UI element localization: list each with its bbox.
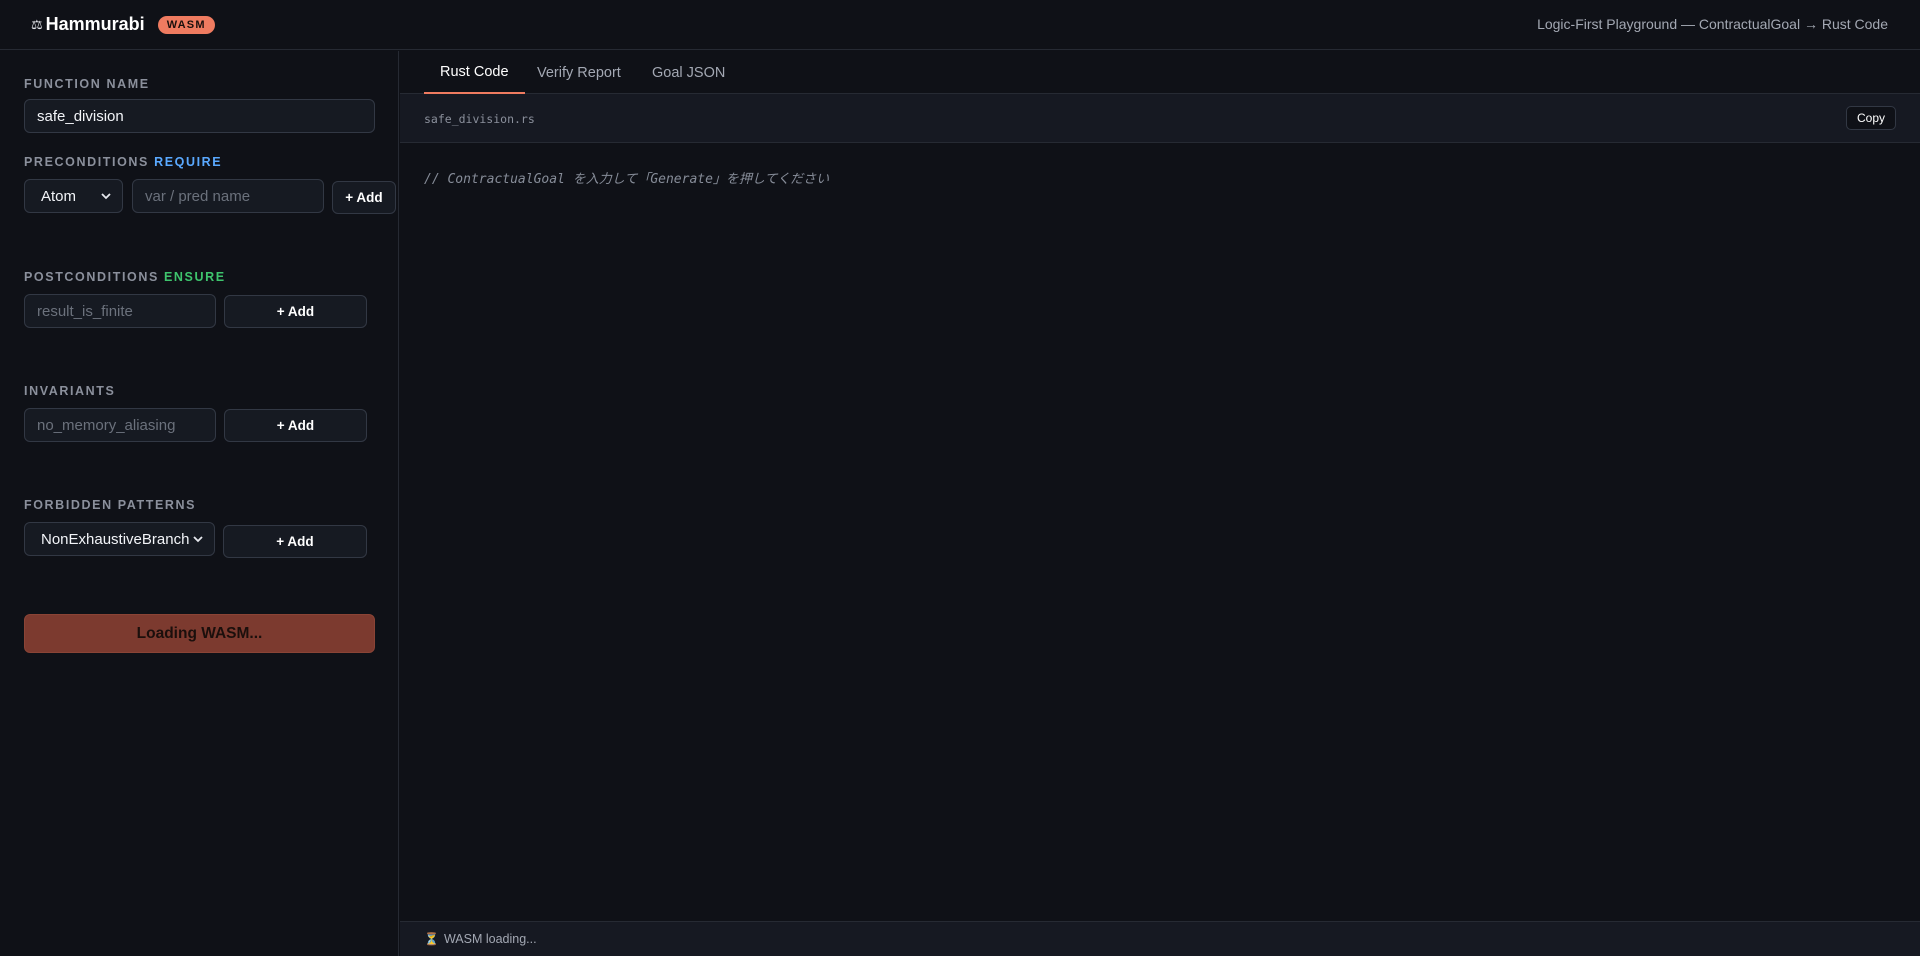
add-precondition-button[interactable]: + Add (332, 181, 396, 214)
forbidden-patterns-label: FORBIDDEN PATTERNS (24, 498, 197, 512)
add-postcondition-button[interactable]: + Add (224, 295, 367, 328)
postcondition-input[interactable]: result_is_finite (24, 294, 216, 328)
forbidden-pattern-value: NonExhaustiveBranch (41, 530, 190, 548)
file-header: safe_division.rs Copy (400, 94, 1920, 143)
generate-button[interactable]: Loading WASM... (24, 614, 375, 653)
function-name-input[interactable]: safe_division (24, 99, 375, 133)
precondition-type-select[interactable]: Atom (24, 179, 123, 213)
status-text: WASM loading... (443, 932, 537, 946)
top-bar: ⚖ Hammurabi WASM Logic-First Playground … (0, 0, 1920, 50)
main-panel: Rust Code Verify Report Goal JSON safe_d… (400, 51, 1920, 956)
file-name: safe_division.rs (424, 112, 535, 126)
forbidden-pattern-select[interactable]: NonExhaustiveBranch (24, 522, 215, 556)
ensure-keyword: ENSURE (163, 270, 226, 284)
status-bar: ⏳ WASM loading... (400, 921, 1920, 956)
chevron-down-icon (101, 193, 111, 200)
require-keyword: REQUIRE (154, 155, 223, 169)
tab-rust-code[interactable]: Rust Code (424, 51, 525, 94)
function-name-label: FUNCTION NAME (24, 77, 150, 91)
wasm-badge: WASM (157, 15, 215, 34)
tab-verify-report[interactable]: Verify Report (537, 51, 621, 94)
tab-goal-json[interactable]: Goal JSON (652, 51, 725, 94)
add-forbidden-pattern-button[interactable]: + Add (223, 525, 367, 558)
preconditions-label: PRECONDITIONS REQUIRE (24, 155, 222, 169)
add-invariant-button[interactable]: + Add (224, 409, 367, 442)
page-title: Logic-First Playground — ContractualGoal… (1537, 16, 1888, 32)
postconditions-label: POSTCONDITIONS ENSURE (24, 270, 226, 284)
invariants-label: INVARIANTS (24, 384, 116, 398)
invariant-input[interactable]: no_memory_aliasing (24, 408, 216, 442)
postconditions-label-text: POSTCONDITIONS (24, 270, 159, 284)
code-output: // ContractualGoal を入力して「Generate」を押してくだ… (424, 172, 830, 187)
scales-icon: ⚖ (31, 16, 43, 32)
precondition-type-value: Atom (41, 187, 77, 205)
preconditions-label-text: PRECONDITIONS (24, 155, 149, 169)
precondition-name-input[interactable]: var / pred name (132, 179, 324, 213)
tab-bar: Rust Code Verify Report Goal JSON (400, 51, 1920, 94)
chevron-down-icon (193, 536, 203, 543)
sidebar: FUNCTION NAME safe_division PRECONDITION… (0, 51, 399, 956)
brand-name: Hammurabi (45, 14, 145, 34)
copy-button[interactable]: Copy (1845, 106, 1896, 130)
hourglass-icon: ⏳ (424, 932, 439, 946)
brand: ⚖ Hammurabi WASM (31, 14, 215, 35)
